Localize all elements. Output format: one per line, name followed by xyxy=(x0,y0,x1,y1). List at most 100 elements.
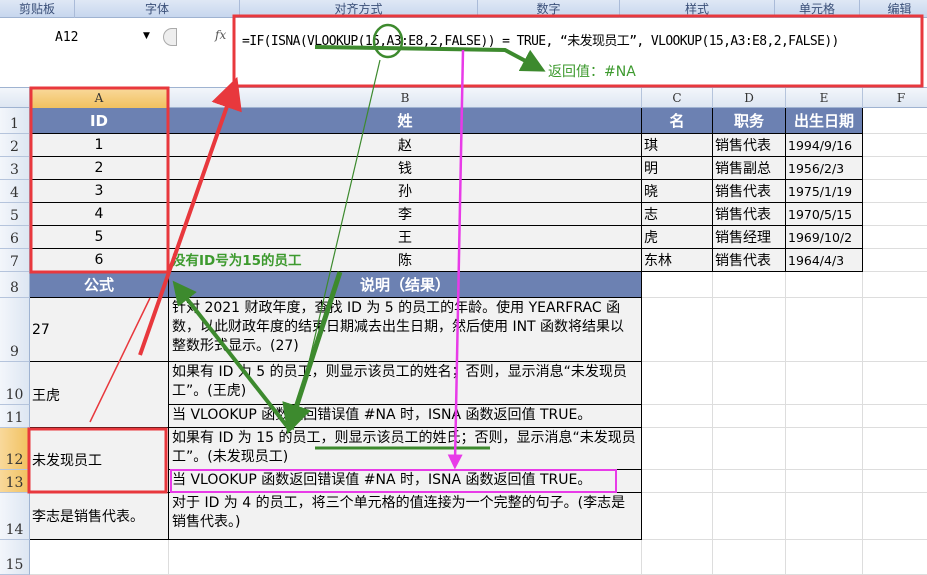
table-cell[interactable]: 销售代表 xyxy=(713,180,786,203)
empty-cell[interactable] xyxy=(863,540,927,575)
table-cell[interactable]: 明 xyxy=(642,157,713,180)
table-cell[interactable]: 1975/1/19 xyxy=(786,180,863,203)
empty-cell[interactable] xyxy=(713,362,786,405)
ribbon-group-6[interactable]: 编辑 xyxy=(860,0,927,18)
empty-cell[interactable] xyxy=(863,428,927,470)
table-header[interactable]: 姓 xyxy=(169,108,642,134)
table-cell[interactable]: 6 xyxy=(30,249,169,272)
formula-bar-splitter[interactable] xyxy=(163,28,177,46)
table-header[interactable]: 职务 xyxy=(713,108,786,134)
table-cell[interactable]: 销售经理 xyxy=(713,226,786,249)
description-header[interactable]: 说明（结果） xyxy=(169,272,642,298)
empty-cell[interactable] xyxy=(863,493,927,540)
row-header-3[interactable]: 3 xyxy=(0,157,30,180)
table-cell[interactable]: 销售代表 xyxy=(713,203,786,226)
row-header-12[interactable]: 12 xyxy=(0,428,30,470)
empty-cell[interactable] xyxy=(713,540,786,575)
name-box[interactable]: A12 xyxy=(0,27,165,49)
empty-cell[interactable] xyxy=(642,272,713,298)
row-header-8[interactable]: 8 xyxy=(0,272,30,298)
table-header[interactable]: 名 xyxy=(642,108,713,134)
select-all-button[interactable] xyxy=(0,88,30,108)
row-header-11[interactable]: 11 xyxy=(0,405,30,428)
table-cell[interactable]: 1 xyxy=(30,134,169,157)
empty-cell[interactable] xyxy=(863,134,927,157)
table-cell[interactable]: 1964/4/3 xyxy=(786,249,863,272)
table-cell[interactable]: 东林 xyxy=(642,249,713,272)
row-header-2[interactable]: 2 xyxy=(0,134,30,157)
table-cell[interactable]: 赵 xyxy=(169,134,642,157)
empty-cell[interactable] xyxy=(786,272,863,298)
empty-cell[interactable] xyxy=(713,470,786,493)
table-cell[interactable]: 销售代表 xyxy=(713,134,786,157)
result-cell[interactable]: 李志是销售代表。 xyxy=(30,493,169,540)
empty-cell[interactable] xyxy=(30,540,169,575)
table-cell[interactable]: 孙 xyxy=(169,180,642,203)
empty-cell[interactable] xyxy=(642,428,713,470)
empty-cell[interactable] xyxy=(713,405,786,428)
empty-cell[interactable] xyxy=(786,405,863,428)
table-cell[interactable]: 1970/5/15 xyxy=(786,203,863,226)
column-header-B[interactable]: B xyxy=(169,88,642,108)
result-cell-selected[interactable]: 未发现员工 xyxy=(30,428,169,493)
table-cell[interactable]: 志 xyxy=(642,203,713,226)
table-cell[interactable]: 王 xyxy=(169,226,642,249)
table-cell[interactable]: 钱 xyxy=(169,157,642,180)
column-header-C[interactable]: C xyxy=(642,88,713,108)
ribbon-group-4[interactable]: 样式 xyxy=(620,0,775,18)
column-header-D[interactable]: D xyxy=(713,88,786,108)
empty-cell[interactable] xyxy=(863,272,927,298)
table-cell[interactable]: 琪 xyxy=(642,134,713,157)
formula-input[interactable]: =IF(ISNA(VLOOKUP(15,A3:E8,2,FALSE)) = TR… xyxy=(242,30,839,49)
empty-cell[interactable] xyxy=(642,405,713,428)
table-cell[interactable]: 李 xyxy=(169,203,642,226)
result-cell[interactable]: 27 xyxy=(30,298,169,362)
empty-cell[interactable] xyxy=(786,493,863,540)
empty-cell[interactable] xyxy=(786,470,863,493)
column-header-F[interactable]: F xyxy=(863,88,927,108)
table-cell[interactable]: 1969/10/2 xyxy=(786,226,863,249)
row-header-10[interactable]: 10 xyxy=(0,362,30,405)
row-header-14[interactable]: 14 xyxy=(0,493,30,540)
column-header-A[interactable]: A xyxy=(30,88,169,108)
table-header[interactable]: 出生日期 xyxy=(786,108,863,134)
ribbon-group-2[interactable]: 对齐方式 xyxy=(240,0,478,18)
empty-cell[interactable] xyxy=(642,470,713,493)
column-header-E[interactable]: E xyxy=(786,88,863,108)
insert-function-button[interactable]: fx xyxy=(215,28,226,42)
empty-cell[interactable] xyxy=(169,540,642,575)
empty-cell[interactable] xyxy=(863,362,927,405)
ribbon-group-1[interactable]: 字体 xyxy=(75,0,240,18)
table-header[interactable]: ID xyxy=(30,108,169,134)
table-cell[interactable]: 3 xyxy=(30,180,169,203)
table-cell[interactable]: 2 xyxy=(30,157,169,180)
table-cell[interactable]: 销售副总 xyxy=(713,157,786,180)
table-cell[interactable]: 5 xyxy=(30,226,169,249)
empty-cell[interactable] xyxy=(786,540,863,575)
row-header-13[interactable]: 13 xyxy=(0,470,30,493)
empty-cell[interactable] xyxy=(786,428,863,470)
table-cell[interactable]: 销售代表 xyxy=(713,249,786,272)
ribbon-group-0[interactable]: 剪贴板 xyxy=(0,0,75,18)
row-header-7[interactable]: 7 xyxy=(0,249,30,272)
empty-cell[interactable] xyxy=(713,428,786,470)
empty-cell[interactable] xyxy=(713,493,786,540)
empty-cell[interactable] xyxy=(642,540,713,575)
empty-cell[interactable] xyxy=(863,157,927,180)
empty-cell[interactable] xyxy=(863,405,927,428)
description-cell[interactable]: 如果有 ID 为 5 的员工，则显示该员工的姓名；否则，显示消息“未发现员工”。… xyxy=(169,362,642,405)
ribbon-group-5[interactable]: 单元格 xyxy=(775,0,860,18)
empty-cell[interactable] xyxy=(642,298,713,362)
table-cell[interactable]: 晓 xyxy=(642,180,713,203)
empty-cell[interactable] xyxy=(713,272,786,298)
empty-cell[interactable] xyxy=(863,226,927,249)
row-header-9[interactable]: 9 xyxy=(0,298,30,362)
row-header-1[interactable]: 1 xyxy=(0,108,30,134)
empty-cell[interactable] xyxy=(863,249,927,272)
result-cell[interactable]: 王虎 xyxy=(30,362,169,428)
table-cell[interactable]: 4 xyxy=(30,203,169,226)
description-cell[interactable]: 如果有 ID 为 15 的员工，则显示该员工的姓氏；否则，显示消息“未发现员工”… xyxy=(169,428,642,470)
row-header-5[interactable]: 5 xyxy=(0,203,30,226)
row-header-4[interactable]: 4 xyxy=(0,180,30,203)
empty-cell[interactable] xyxy=(642,493,713,540)
